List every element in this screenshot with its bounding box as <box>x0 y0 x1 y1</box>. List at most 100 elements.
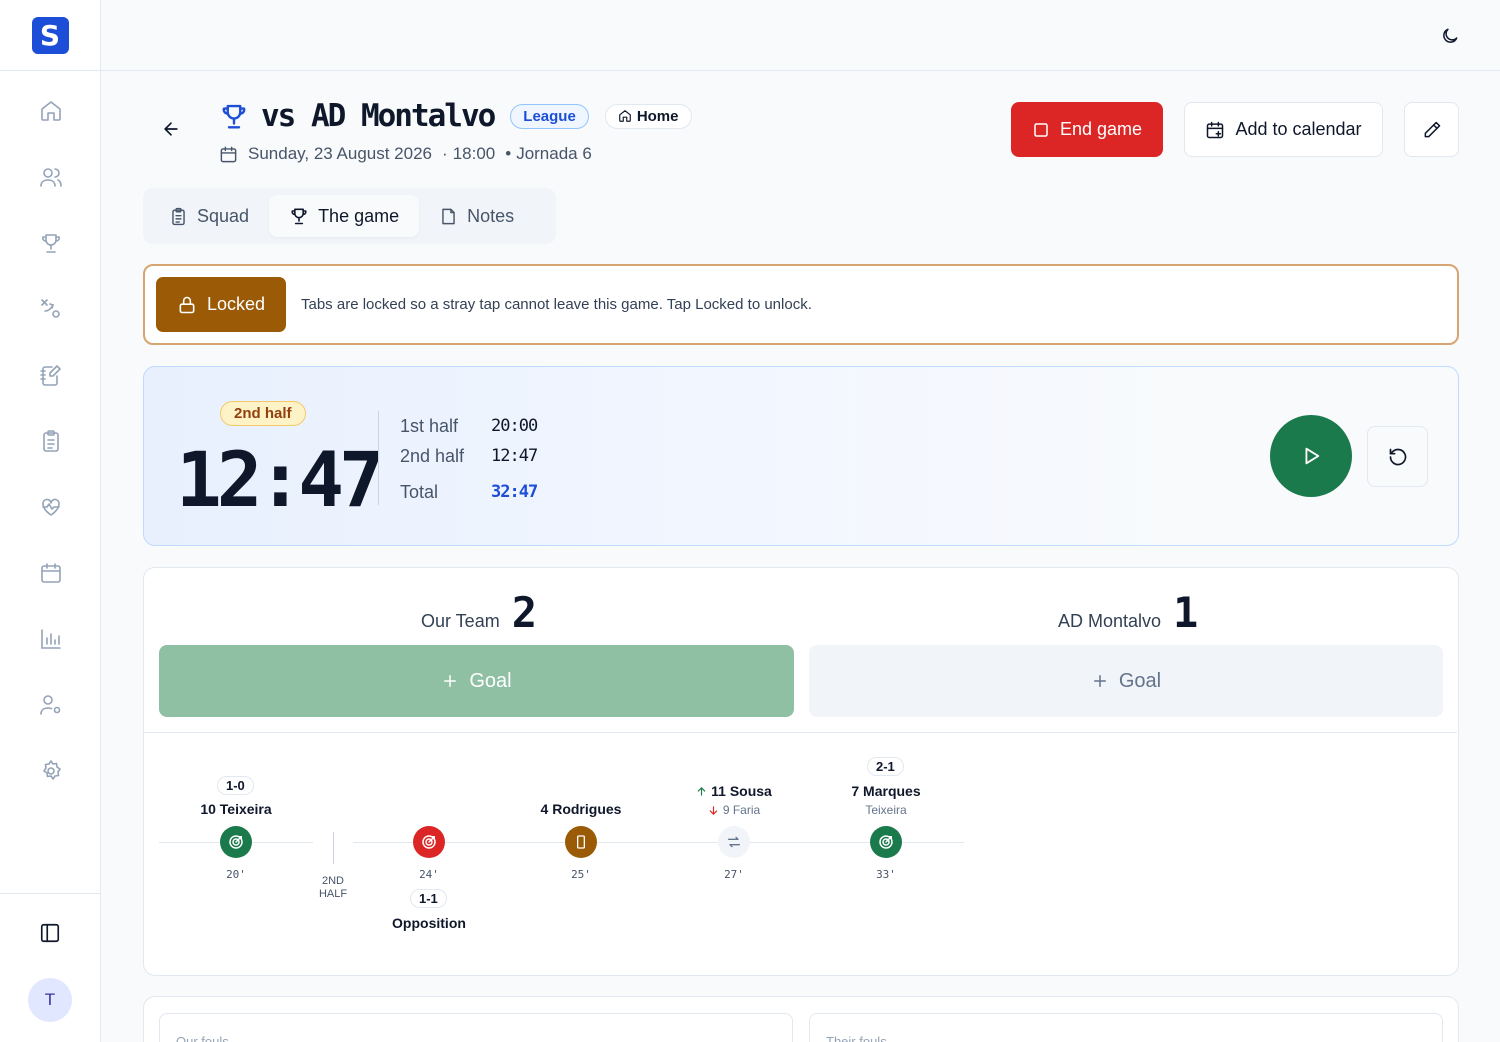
event-assist: Teixeira <box>865 803 907 817</box>
theme-toggle-button[interactable] <box>1436 22 1464 50</box>
split-row-first-half: 1st half 20:00 <box>400 411 538 441</box>
edit-game-button[interactable] <box>1404 102 1459 157</box>
sidebar-item-staff[interactable] <box>32 686 70 724</box>
competition-badge: League <box>510 103 589 129</box>
event-score: 2-1 <box>867 757 904 776</box>
event-player: 10 Teixeira <box>200 801 272 817</box>
sidebar-item-settings[interactable] <box>32 752 70 790</box>
top-bar <box>101 0 1500 71</box>
plus-icon <box>444 675 457 687</box>
timer-divider <box>378 411 379 505</box>
goal-label: Goal <box>469 669 512 692</box>
pencil-icon <box>1424 121 1440 137</box>
trophy-icon <box>291 208 307 225</box>
lock-message: Tabs are locked so a stray tap cannot le… <box>301 296 812 313</box>
calendar-icon <box>220 146 237 162</box>
end-game-button[interactable]: End game <box>1011 102 1163 157</box>
event-minute: 20' <box>226 868 246 881</box>
rotate-ccw-icon <box>1389 448 1406 465</box>
sidebar-item-team[interactable] <box>32 158 70 196</box>
sidebar-item-health[interactable] <box>32 488 70 526</box>
swap-icon <box>728 836 740 848</box>
tab-label: Notes <box>467 205 515 226</box>
split-label: 2nd half <box>400 445 465 466</box>
score-card: Our Team 2 AD Montalvo 1 Goal Goal 2ND H… <box>143 567 1459 976</box>
sidebar-collapse-button[interactable] <box>31 914 69 952</box>
sidebar-item-stats[interactable] <box>32 620 70 658</box>
calendar-plus-icon <box>1207 121 1224 138</box>
halftime-marker <box>333 832 334 864</box>
add-to-calendar-button[interactable]: Add to calendar <box>1184 102 1383 157</box>
period-badge: 2nd half <box>220 401 306 426</box>
add-to-calendar-label: Add to calendar <box>1235 119 1362 139</box>
target-icon <box>422 835 436 849</box>
back-button[interactable] <box>158 116 184 142</box>
arrow-up-icon <box>697 786 706 796</box>
our-fouls-label: Our fouls <box>176 1034 229 1042</box>
timeline-event-opposition-goal[interactable] <box>413 826 445 858</box>
lock-icon <box>179 296 195 313</box>
timeline-event-substitution[interactable] <box>718 826 750 858</box>
away-team-score: 1 <box>1173 588 1199 637</box>
split-row-total: Total 32:47 <box>400 477 538 507</box>
event-score: 1-1 <box>410 889 447 908</box>
locked-toggle-button[interactable]: Locked <box>156 277 286 332</box>
venue-label: Home <box>636 107 679 125</box>
card-icon <box>577 835 585 849</box>
reset-timer-button[interactable] <box>1367 426 1428 487</box>
app-logo[interactable]: S <box>31 16 69 54</box>
home-goal-button[interactable]: Goal <box>159 645 794 717</box>
sub-player-in: 11 Sousa <box>684 783 784 799</box>
timeline-event-goal[interactable] <box>220 826 252 858</box>
game-time: 18:00 <box>452 144 496 163</box>
target-icon <box>879 835 893 849</box>
timeline-event-card[interactable] <box>565 826 597 858</box>
tab-notes[interactable]: Notes <box>419 195 534 237</box>
period-splits: 1st half 20:00 2nd half 12:47 Total 32:4… <box>400 411 538 507</box>
event-minute: 33' <box>876 868 896 881</box>
clipboard-icon <box>43 430 59 452</box>
sidebar-item-reports[interactable] <box>32 422 70 460</box>
sidebar-item-home[interactable] <box>32 92 70 130</box>
trophy-icon <box>222 104 246 129</box>
away-goal-button[interactable]: Goal <box>809 645 1443 717</box>
logo-area: S <box>0 0 100 71</box>
home-team-score: 2 <box>511 588 537 637</box>
avatar[interactable]: T <box>28 978 72 1022</box>
timeline-event-goal[interactable] <box>870 826 902 858</box>
game-clock: 12:47 <box>176 435 385 524</box>
locked-label: Locked <box>206 294 266 314</box>
tab-the-game[interactable]: The game <box>269 195 420 237</box>
home-icon <box>41 101 61 121</box>
tab-label: Squad <box>197 205 250 226</box>
game-timer: 2nd half 12:47 1st half 20:00 2nd half 1… <box>143 366 1459 546</box>
meta-separator: · <box>442 144 448 163</box>
trophy-icon <box>42 234 60 253</box>
split-value: 12:47 <box>491 446 538 466</box>
home-team-name: Our Team <box>421 611 500 631</box>
tab-label: The game <box>318 205 400 226</box>
away-team-header: AD Montalvo 1 <box>1058 588 1198 637</box>
notebook-icon <box>40 365 61 386</box>
arrow-left-icon <box>164 122 178 136</box>
tab-squad[interactable]: Squad <box>149 195 269 237</box>
game-tabs: Squad The game Notes <box>143 188 556 244</box>
sidebar-item-calendar[interactable] <box>32 554 70 592</box>
sidebar-item-training[interactable] <box>32 356 70 394</box>
sidebar-item-tactics[interactable] <box>32 290 70 328</box>
away-team-name: AD Montalvo <box>1058 611 1162 631</box>
play-button[interactable] <box>1270 415 1352 497</box>
play-icon <box>1305 447 1320 465</box>
moon-icon <box>1443 28 1458 43</box>
total-label: Total <box>400 481 439 502</box>
tactics-icon <box>41 299 60 318</box>
sidebar-item-competitions[interactable] <box>32 224 70 262</box>
users-icon <box>40 168 62 187</box>
event-player: Opposition <box>392 915 466 931</box>
target-icon <box>229 835 243 849</box>
our-fouls-panel: Our fouls <box>159 1013 793 1042</box>
sidebar-footer: T <box>0 893 100 1042</box>
home-icon <box>618 110 631 122</box>
event-score: 1-0 <box>217 776 254 795</box>
document-icon <box>442 208 455 224</box>
